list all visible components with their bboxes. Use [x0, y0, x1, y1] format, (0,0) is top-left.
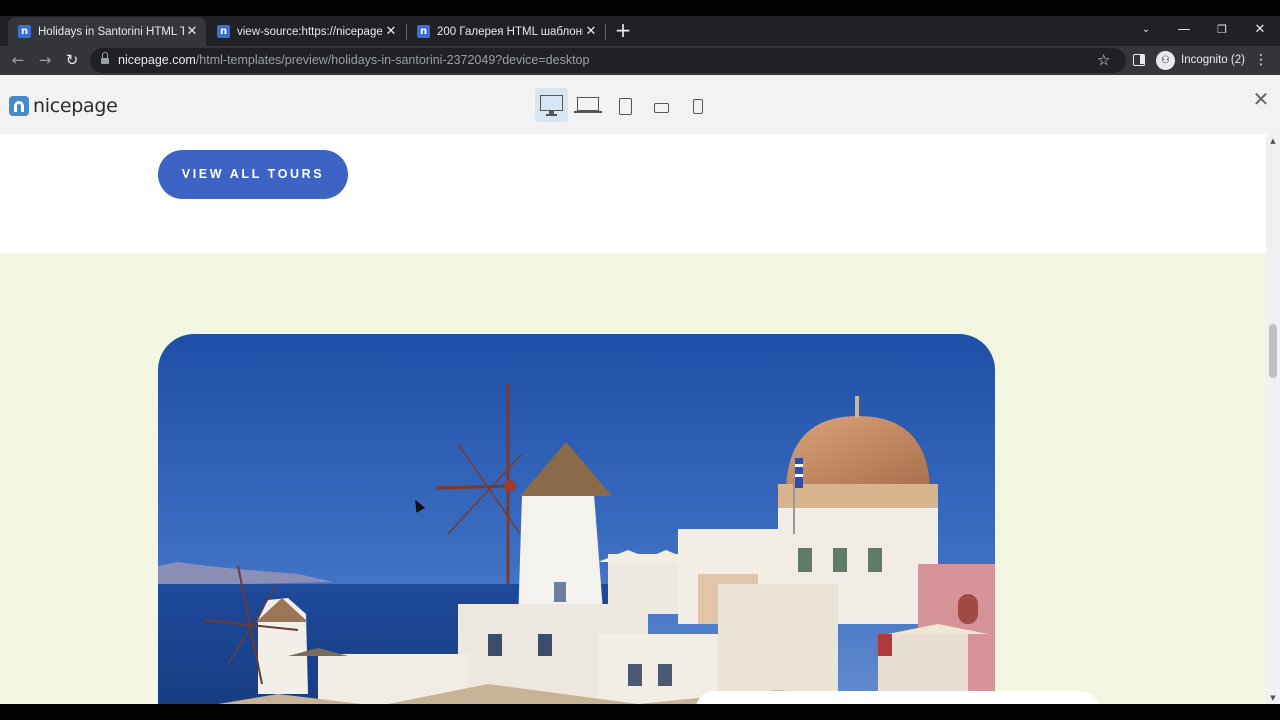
menu-icon[interactable]: ⋮ — [1252, 46, 1270, 75]
santorini-photo — [158, 334, 995, 704]
side-panel-icon[interactable] — [1133, 54, 1145, 66]
forward-icon[interactable]: → — [32, 46, 58, 75]
close-tab-icon[interactable]: ✕ — [583, 24, 599, 39]
url-path: /html-templates/preview/holidays-in-sant… — [195, 53, 590, 67]
phone-icon — [693, 99, 703, 114]
close-preview-icon[interactable]: ✕ — [1250, 86, 1272, 112]
tab-view-source[interactable]: n view-source:https://nicepage.con ✕ — [207, 17, 405, 46]
nicepage-logo-text: nicepage — [33, 95, 118, 117]
tab-title: Holidays in Santorini HTML Temp — [38, 25, 184, 38]
close-tab-icon[interactable]: ✕ — [383, 24, 399, 39]
tab-title: 200 Галерея HTML шаблоны — [437, 25, 583, 38]
overlapping-card — [695, 691, 1100, 704]
preview-header: nicepage ✕ — [0, 75, 1280, 134]
nicepage-logo[interactable]: nicepage — [9, 95, 118, 117]
view-all-tours-button[interactable]: VIEW ALL TOURS — [158, 150, 348, 199]
tab-separator — [605, 24, 606, 40]
reload-icon[interactable]: ↻ — [59, 46, 85, 75]
desktop-icon — [540, 95, 563, 111]
nicepage-favicon-icon: n — [217, 25, 230, 38]
screen-bottom-bar — [0, 704, 1280, 720]
tab-holidays-santorini[interactable]: n Holidays in Santorini HTML Temp ✕ — [8, 17, 206, 46]
incognito-label[interactable]: Incognito (2) — [1181, 46, 1245, 75]
nicepage-favicon-icon: n — [417, 25, 430, 38]
scroll-down-arrow-icon[interactable]: ▼ — [1266, 693, 1280, 703]
device-laptop-button[interactable] — [572, 88, 605, 122]
device-tablet-button[interactable] — [609, 88, 642, 122]
close-tab-icon[interactable]: ✕ — [184, 24, 200, 39]
url-host: nicepage.com — [118, 53, 196, 67]
close-window-icon[interactable]: ✕ — [1242, 16, 1278, 44]
lock-icon[interactable] — [101, 52, 109, 65]
address-bar[interactable]: nicepage.com/html-templates/preview/holi… — [90, 48, 1126, 73]
scroll-thumb[interactable] — [1269, 324, 1277, 378]
back-icon[interactable]: ← — [5, 46, 31, 75]
nicepage-favicon-icon: n — [18, 25, 31, 38]
bookmark-star-icon[interactable]: ☆ — [1097, 48, 1110, 73]
device-phone-button[interactable] — [682, 88, 715, 122]
url-text[interactable]: nicepage.com/html-templates/preview/holi… — [118, 48, 589, 73]
page-scrollbar[interactable]: ▲ ▼ — [1266, 134, 1280, 704]
tab-search-icon[interactable]: ⌄ — [1128, 16, 1164, 44]
device-desktop-button[interactable] — [535, 88, 568, 122]
screen-top-bar — [0, 0, 1280, 16]
phone-landscape-icon — [654, 103, 669, 113]
tab-title: view-source:https://nicepage.con — [237, 25, 383, 38]
laptop-icon — [577, 97, 599, 111]
incognito-icon[interactable]: ⚇ — [1156, 51, 1175, 70]
tablet-icon — [619, 98, 632, 115]
tab-strip: n Holidays in Santorini HTML Temp ✕ n vi… — [0, 16, 1280, 46]
device-phone-landscape-button[interactable] — [645, 88, 678, 122]
page-viewport: VIEW ALL TOURS — [0, 134, 1266, 704]
browser-toolbar: ← → ↻ nicepage.com/html-templates/previe… — [0, 46, 1280, 75]
minimize-icon[interactable]: — — [1166, 16, 1202, 44]
nicepage-logo-icon — [9, 96, 29, 116]
restore-icon[interactable]: ❐ — [1204, 16, 1240, 44]
scroll-up-arrow-icon[interactable]: ▲ — [1266, 136, 1280, 146]
tab-gallery-templates[interactable]: n 200 Галерея HTML шаблоны ✕ — [407, 17, 605, 46]
new-tab-button[interactable]: + — [614, 17, 632, 43]
